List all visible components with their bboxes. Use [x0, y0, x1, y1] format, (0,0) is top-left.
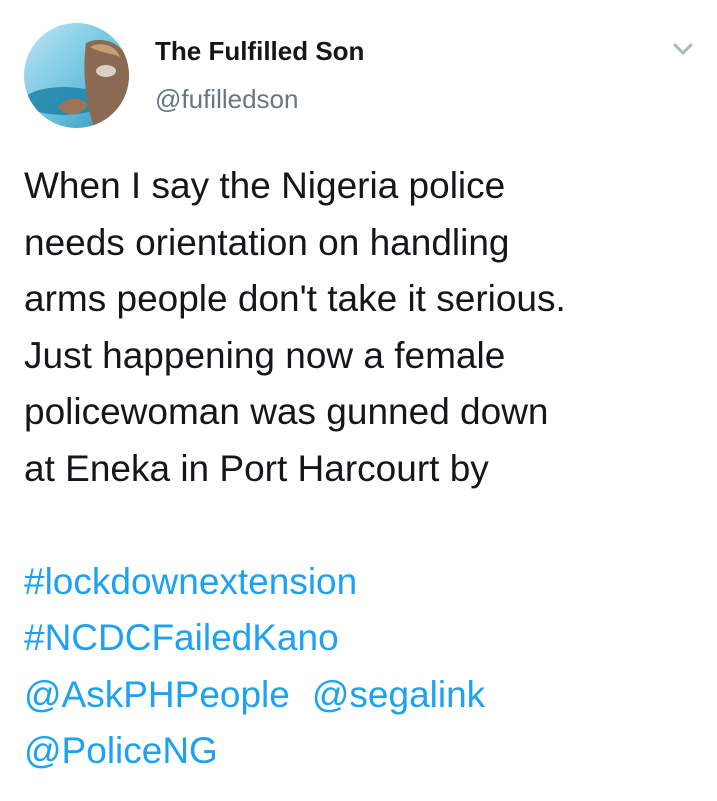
mention-link-segalink[interactable]: @segalink [312, 674, 485, 715]
hashtag-link-ncdcfailedkano[interactable]: #NCDCFailedKano [24, 617, 339, 658]
tweet-text-line: When I say the Nigeria police [24, 165, 506, 206]
tweet-text-line: policewoman was gunned down [24, 391, 549, 432]
hashtag-link-lockdownextension[interactable]: #lockdownextension [24, 561, 357, 602]
tweet-text-line: Just happening now a female [24, 334, 506, 376]
hashtag-line: #NCDCFailedKano [24, 610, 704, 667]
tweet-text-line: arms people don't take it serious. [24, 278, 566, 319]
hashtag-line: #lockdownextension [24, 554, 704, 611]
author-handle[interactable]: @fufilledson [155, 84, 298, 115]
chevron-down-icon[interactable] [666, 38, 700, 62]
tweet-text-line: at Eneka in Port Harcourt by [24, 447, 489, 489]
tweet-text: When I say the Nigeria police needs orie… [24, 158, 704, 780]
paragraph-break [24, 497, 704, 554]
avatar-image [24, 23, 129, 128]
mention-line: @AskPHPeople @segalink [24, 667, 704, 724]
tweet-text-line: needs orientation on handling [24, 221, 510, 263]
mention-link-policeng[interactable]: @PoliceNG [24, 730, 218, 771]
mention-link-askphpeople[interactable]: @AskPHPeople [24, 674, 290, 715]
mention-line: @PoliceNG [24, 723, 704, 780]
author-avatar[interactable] [24, 23, 129, 128]
author-display-name[interactable]: The Fulfilled Son [155, 36, 364, 67]
